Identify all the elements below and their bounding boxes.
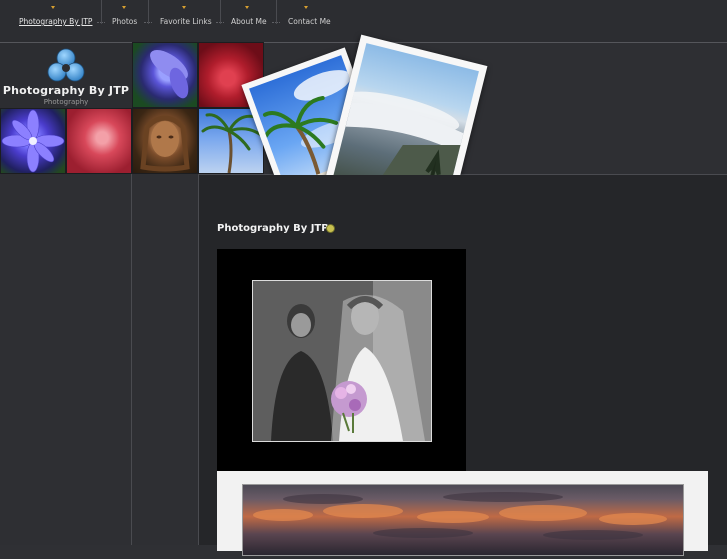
thumbnail-iris[interactable] bbox=[132, 42, 198, 108]
wedding-photo-image bbox=[252, 280, 432, 442]
main-content: Photography By JTP bbox=[199, 175, 727, 556]
chevron-down-icon bbox=[304, 6, 308, 9]
nav-item-label: Photos bbox=[112, 17, 138, 26]
nav-item-label: Favorite Links bbox=[160, 17, 212, 26]
chevron-down-icon bbox=[182, 6, 186, 9]
site-subtitle: Photography bbox=[43, 98, 89, 106]
chevron-down-icon bbox=[51, 6, 55, 9]
nav-item-label: About Me bbox=[231, 17, 267, 26]
nav-separator bbox=[216, 0, 224, 24]
wedding-photo[interactable] bbox=[217, 249, 466, 471]
chevron-down-icon bbox=[245, 6, 249, 9]
thumbnail-blue-flower[interactable] bbox=[0, 108, 66, 174]
statue-photo bbox=[140, 115, 190, 172]
thumbnail-column bbox=[132, 174, 199, 545]
nav-item-label: Photography By JTP bbox=[19, 17, 93, 26]
nav-separator bbox=[97, 0, 105, 24]
left-sidebar bbox=[0, 174, 132, 545]
blue-flower-photo bbox=[1, 109, 65, 173]
trefoil-icon bbox=[47, 48, 85, 82]
iris-photo bbox=[150, 49, 189, 99]
sunset-photo-image bbox=[242, 484, 684, 556]
sunset-photo[interactable] bbox=[217, 471, 708, 556]
thumbnail-pink-petals[interactable] bbox=[66, 108, 132, 174]
wedding-portrait bbox=[253, 281, 431, 441]
nav-separator bbox=[272, 0, 280, 24]
nav-separator bbox=[144, 0, 152, 24]
nav-item-label: Contact Me bbox=[288, 17, 331, 26]
thumbnail-bronze-statue[interactable] bbox=[132, 108, 198, 174]
site-logo[interactable]: Photography By JTP Photography bbox=[0, 43, 132, 108]
chevron-down-icon bbox=[122, 6, 126, 9]
post-title[interactable]: Photography By JTP bbox=[217, 223, 329, 234]
site-title: Photography By JTP bbox=[2, 84, 130, 97]
status-dot-icon bbox=[326, 224, 335, 233]
